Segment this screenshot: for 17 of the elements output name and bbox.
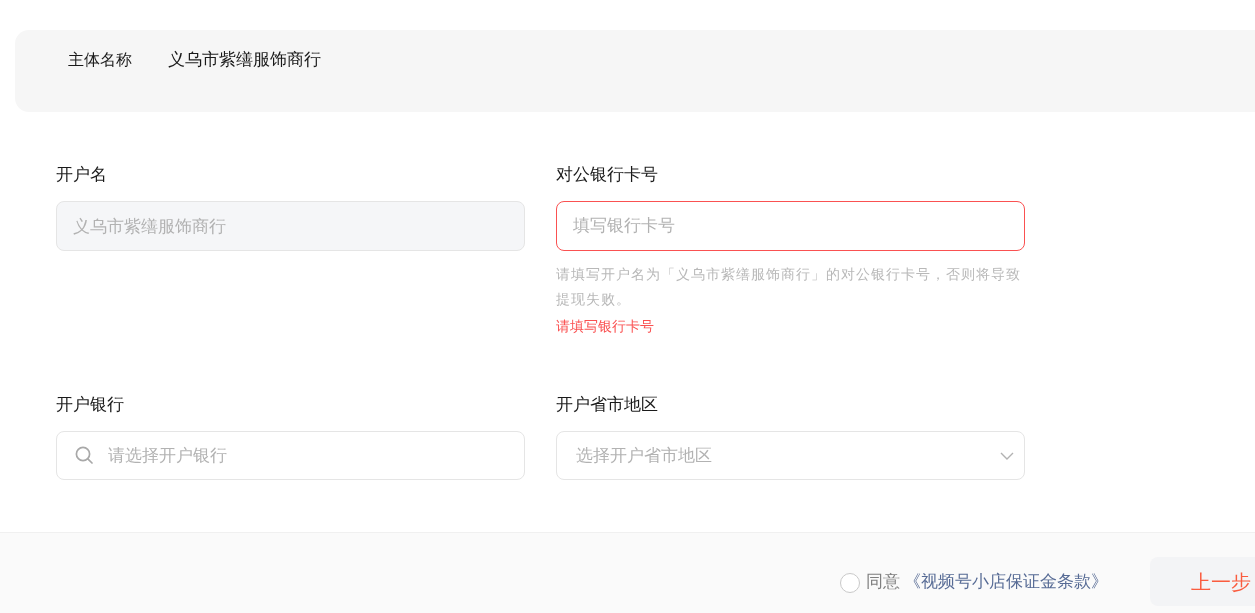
field-label: 开户省市地区 [556, 394, 658, 416]
search-field[interactable]: 请选择开户银行 [56, 431, 525, 480]
error-message: 请填写银行卡号 [556, 317, 654, 336]
region-select[interactable]: 选择开户省市地区 [556, 431, 1025, 480]
text-field[interactable]: 填写银行卡号 [556, 201, 1025, 251]
search-icon [75, 446, 93, 464]
agree-label: 同意 [866, 570, 900, 593]
field-label: 开户银行 [56, 394, 124, 416]
radio-button[interactable] [840, 572, 860, 593]
field-label: 对公银行卡号 [556, 164, 658, 186]
back-button[interactable]: 上一步 [1150, 557, 1255, 606]
field-label: 开户名 [56, 164, 107, 186]
subject-label: 主体名称 [68, 50, 132, 70]
subject-value: 义乌市紫缮服饰商行 [168, 49, 321, 71]
terms-link[interactable]: 《视频号小店保证金条款》 [904, 568, 1108, 595]
chevron-down-icon [1000, 451, 1014, 460]
helper-text: 请填写开户名为「义乌市紫缮服饰商行」的对公银行卡号，否则将导致提现失败。 [556, 265, 1022, 309]
